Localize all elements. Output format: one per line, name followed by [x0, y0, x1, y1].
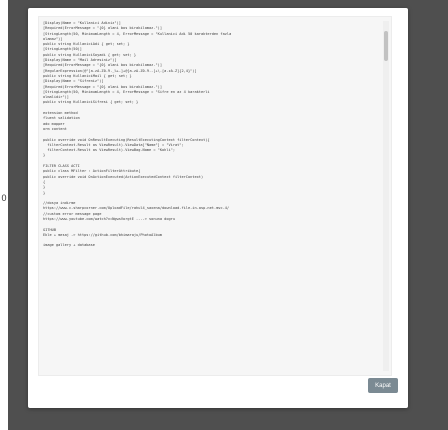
vertical-scrollbar[interactable] [383, 21, 389, 371]
background-page-marker: 0 [1, 193, 7, 203]
scrollbar-thumb[interactable] [384, 31, 388, 61]
note-modal: [Display(Name = "Kullanici Adiniz")] [Req… [28, 8, 408, 408]
code-text-area[interactable]: [Display(Name = "Kullanici Adiniz")] [Req… [38, 16, 392, 376]
modal-footer: Kapat [28, 374, 408, 408]
close-button[interactable]: Kapat [368, 378, 398, 393]
code-line: image gallery + database [43, 243, 95, 248]
code-lines: [Display(Name = "Kullanici Adiniz")] [Req… [43, 21, 375, 371]
